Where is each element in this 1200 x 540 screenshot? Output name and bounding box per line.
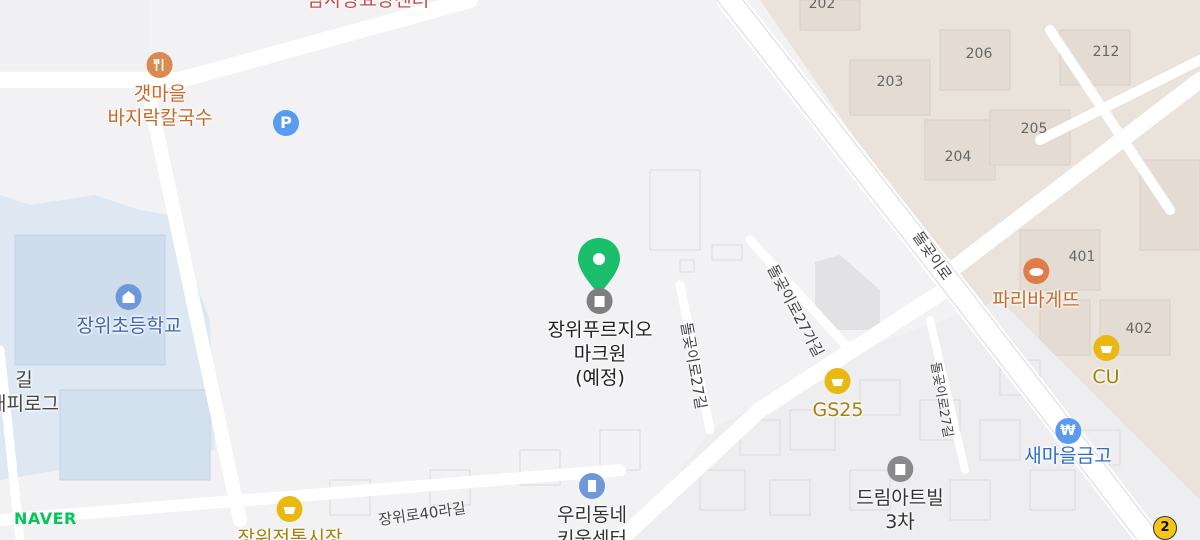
poi-label: 참사랑요양센터: [306, 0, 430, 11]
poi-label: 드림아트빌: [856, 487, 944, 509]
destination-name: 마크원: [573, 343, 627, 365]
poi-label: GS25: [812, 399, 864, 421]
poi-label: 새마을금고: [1024, 445, 1112, 467]
poi-label: CU: [1092, 366, 1120, 388]
building-number: 203: [876, 74, 904, 90]
poi-gaetmaeul[interactable]: 갯마을 바지락칼국수: [107, 52, 213, 130]
poi-gs25[interactable]: GS25: [812, 368, 864, 422]
poi-label: 래피로그: [0, 393, 59, 415]
building-icon: [578, 473, 605, 499]
market-icon: [276, 496, 303, 522]
poi-label: 길: [15, 369, 33, 391]
poi-destination[interactable]: 장위푸르지오 마크원 (예정): [547, 288, 653, 390]
poi-label: 키움센터: [557, 528, 627, 540]
poi-label: 장위초등학교: [76, 315, 182, 337]
poi-school[interactable]: 장위초등학교: [76, 284, 182, 338]
poi-chamsarang[interactable]: 참사랑요양센터: [307, 0, 429, 12]
poi-label: 우리동네: [557, 504, 627, 526]
poi-cu[interactable]: CU: [1092, 335, 1120, 389]
bank-icon: ₩: [1055, 418, 1081, 444]
poi-dream-artvil[interactable]: 드림아트빌 3차: [856, 456, 944, 534]
building-number: 402: [1125, 321, 1153, 337]
map-view[interactable]: 202 203 206 212 204 205 401 402 돌곶이로 돌곶이…: [0, 0, 1200, 540]
bakery-icon: [1023, 258, 1049, 284]
building-number: 212: [1092, 44, 1120, 60]
building-number: 202: [808, 0, 836, 12]
route-number-badge: 2: [1153, 516, 1177, 540]
parking-icon: P: [273, 110, 299, 136]
poi-left-road: 길 래피로그: [0, 368, 59, 416]
poi-paris-baguette[interactable]: 파리바게뜨: [992, 258, 1080, 312]
school-icon: [115, 284, 142, 310]
convenience-store-icon: [825, 368, 851, 394]
building-icon: [586, 288, 613, 314]
poi-label: 장위전통시장: [237, 527, 343, 540]
poi-label: 바지락칼국수: [107, 107, 213, 129]
poi-market[interactable]: 장위전통시장: [237, 496, 343, 540]
poi-woori[interactable]: 우리동네 키움센터: [557, 473, 627, 540]
building-number: 206: [965, 46, 993, 62]
naver-logo: NAVER: [14, 509, 77, 528]
destination-name: 장위푸르지오: [547, 319, 653, 341]
poi-label: 파리바게뜨: [992, 289, 1080, 311]
convenience-store-icon: [1093, 335, 1119, 361]
poi-saemaeul[interactable]: ₩ 새마을금고: [1024, 418, 1112, 468]
destination-name: (예정): [575, 367, 625, 389]
poi-parking[interactable]: P: [273, 110, 299, 136]
building-number: 205: [1020, 121, 1048, 137]
location-pin-icon[interactable]: [575, 236, 623, 296]
restaurant-icon: [146, 52, 173, 78]
poi-label: 갯마을: [133, 83, 187, 105]
poi-label: 3차: [885, 511, 915, 533]
building-icon: [887, 456, 913, 482]
building-number: 204: [944, 149, 972, 165]
